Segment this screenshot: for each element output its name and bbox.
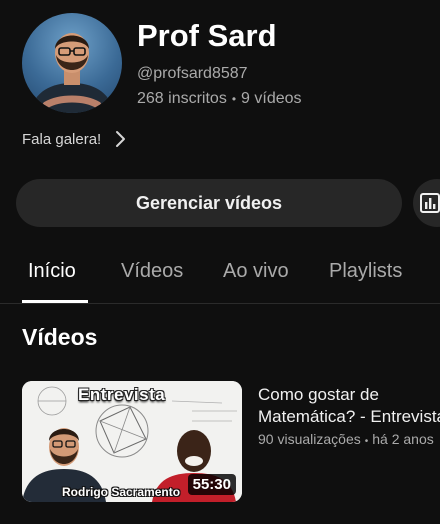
tab-videos[interactable]: Vídeos — [121, 260, 183, 283]
channel-name: Prof Sard — [137, 18, 277, 53]
chevron-right-icon — [116, 131, 126, 147]
video-title[interactable]: Como gostar de Matemática? - Entrevista — [258, 384, 440, 428]
video-title-line2: Matemática? - Entrevista — [258, 407, 440, 426]
video-duration: 55:30 — [187, 474, 236, 495]
channel-description[interactable]: Fala galera! — [22, 130, 127, 148]
video-age: há 2 anos — [372, 431, 434, 447]
analytics-button[interactable] — [413, 179, 440, 227]
meta-separator: • — [364, 436, 369, 447]
section-title: Vídeos — [22, 324, 98, 350]
tab-ao-vivo[interactable]: Ao vivo — [223, 260, 289, 283]
manage-videos-button[interactable]: Gerenciar vídeos — [16, 179, 402, 227]
bar-chart-icon — [420, 193, 440, 213]
tab-inicio[interactable]: Início — [28, 260, 76, 283]
video-count: 9 vídeos — [241, 90, 302, 107]
channel-handle: @profsard8587 — [137, 65, 248, 82]
subscriber-count: 268 inscritos — [137, 90, 227, 107]
video-title-line1: Como gostar de — [258, 385, 379, 404]
stats-separator: • — [231, 92, 237, 106]
thumbnail-caption: Rodrigo Sacramento — [62, 485, 181, 499]
video-meta: 90 visualizações • há 2 anos — [258, 431, 434, 447]
tab-playlists[interactable]: Playlists — [329, 260, 402, 283]
video-views: 90 visualizações — [258, 431, 361, 447]
channel-stats: 268 inscritos • 9 vídeos — [137, 90, 302, 108]
active-tab-indicator — [22, 300, 88, 303]
thumbnail-banner-text: Entrevista — [78, 385, 166, 404]
video-thumbnail[interactable]: Entrevista Rodrigo Sacramento 55:30 — [22, 381, 242, 502]
person-avatar-icon — [30, 33, 114, 113]
channel-tabs: Início Vídeos Ao vivo Playlists — [0, 245, 440, 304]
description-text: Fala galera! — [22, 130, 102, 148]
channel-avatar[interactable] — [22, 13, 122, 113]
